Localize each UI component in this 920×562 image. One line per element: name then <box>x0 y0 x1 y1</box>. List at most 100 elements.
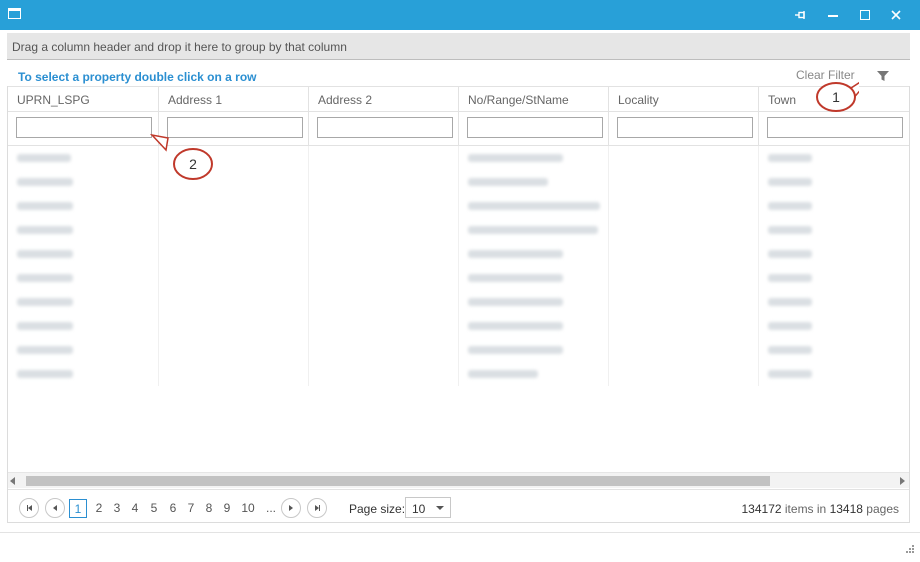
page-number[interactable]: 8 <box>202 499 216 518</box>
chevron-down-icon <box>436 506 444 510</box>
window-icon <box>8 8 21 19</box>
next-page-button[interactable] <box>281 498 301 518</box>
column-header-address1[interactable]: Address 1 <box>159 87 309 113</box>
scrollbar-thumb[interactable] <box>26 476 770 486</box>
page-number[interactable]: 1 <box>69 499 87 518</box>
pin-button[interactable] <box>786 0 816 30</box>
page-number[interactable]: 2 <box>92 499 106 518</box>
obscured-cell-text <box>17 178 73 186</box>
table-row[interactable] <box>8 362 909 386</box>
scroll-right-arrow-icon[interactable] <box>900 477 905 485</box>
page-number[interactable]: 6 <box>166 499 180 518</box>
callout-1-label: 1 <box>832 89 840 105</box>
scroll-left-arrow-icon[interactable] <box>10 477 15 485</box>
obscured-cell-text <box>768 226 812 234</box>
table-cell <box>759 170 909 194</box>
table-row[interactable] <box>8 290 909 314</box>
funnel-icon[interactable] <box>876 70 890 82</box>
table-row[interactable] <box>8 242 909 266</box>
table-cell <box>459 194 609 218</box>
town-filter-input[interactable] <box>767 117 903 138</box>
table-cell <box>609 338 759 362</box>
table-cell <box>609 266 759 290</box>
page-number[interactable]: 7 <box>184 499 198 518</box>
table-cell <box>759 362 909 386</box>
page-number[interactable]: 4 <box>128 499 142 518</box>
obscured-cell-text <box>468 250 563 258</box>
group-by-hint: Drag a column header and drop it here to… <box>12 40 347 54</box>
obscured-cell-text <box>768 346 812 354</box>
table-cell <box>759 194 909 218</box>
page-number[interactable]: ... <box>262 499 280 518</box>
page-number[interactable]: 3 <box>110 499 124 518</box>
table-cell <box>8 170 159 194</box>
obscured-cell-text <box>17 298 73 306</box>
address2-filter-input[interactable] <box>317 117 453 138</box>
table-cell <box>159 242 309 266</box>
table-cell <box>309 314 459 338</box>
page-number[interactable]: 5 <box>147 499 161 518</box>
page-number[interactable]: 10 <box>239 499 257 518</box>
table-row[interactable] <box>8 338 909 362</box>
table-row[interactable] <box>8 170 909 194</box>
column-header-address2[interactable]: Address 2 <box>309 87 459 113</box>
first-page-button[interactable] <box>19 498 39 518</box>
uprn-filter-input[interactable] <box>16 117 152 138</box>
page-number[interactable]: 9 <box>220 499 234 518</box>
horizontal-scrollbar[interactable] <box>8 472 909 488</box>
page-size-label: Page size: <box>349 502 406 516</box>
table-cell <box>8 338 159 362</box>
table-cell <box>459 170 609 194</box>
obscured-cell-text <box>468 178 548 186</box>
table-cell <box>609 218 759 242</box>
table-cell <box>8 362 159 386</box>
table-row[interactable] <box>8 146 909 170</box>
table-cell <box>759 314 909 338</box>
obscured-cell-text <box>468 274 563 282</box>
last-page-button[interactable] <box>307 498 327 518</box>
table-cell <box>159 338 309 362</box>
locality-filter-input[interactable] <box>617 117 753 138</box>
pin-icon <box>795 11 805 19</box>
pages-count: 13418 <box>829 502 863 516</box>
table-cell <box>759 242 909 266</box>
table-cell <box>8 266 159 290</box>
group-by-panel[interactable]: Drag a column header and drop it here to… <box>7 33 910 60</box>
table-cell <box>8 146 159 170</box>
page-size-select[interactable]: 10 <box>405 497 451 518</box>
column-header-locality[interactable]: Locality <box>609 87 759 113</box>
close-button[interactable] <box>881 0 911 30</box>
obscured-cell-text <box>17 154 71 162</box>
column-header-street[interactable]: No/Range/StName <box>459 87 609 113</box>
obscured-cell-text <box>468 226 598 234</box>
table-cell <box>459 146 609 170</box>
table-row[interactable] <box>8 218 909 242</box>
column-header-uprn[interactable]: UPRN_LSPG <box>8 87 159 113</box>
street-filter-input[interactable] <box>467 117 603 138</box>
obscured-cell-text <box>468 154 563 162</box>
obscured-cell-text <box>768 154 812 162</box>
table-cell <box>8 290 159 314</box>
obscured-cell-text <box>768 274 812 282</box>
obscured-cell-text <box>468 346 563 354</box>
items-summary: 134172 items in 13418 pages <box>742 502 900 516</box>
table-row[interactable] <box>8 266 909 290</box>
table-cell <box>459 314 609 338</box>
close-icon <box>891 10 901 20</box>
obscured-cell-text <box>768 370 812 378</box>
obscured-cell-text <box>17 202 73 210</box>
table-cell <box>309 170 459 194</box>
previous-page-button[interactable] <box>45 498 65 518</box>
table-row[interactable] <box>8 194 909 218</box>
resize-grip-icon[interactable] <box>905 545 915 555</box>
title-bar <box>0 0 920 30</box>
minimize-button[interactable] <box>818 0 848 30</box>
table-cell <box>309 194 459 218</box>
maximize-button[interactable] <box>850 0 880 30</box>
next-page-icon <box>289 505 293 511</box>
table-cell <box>459 242 609 266</box>
table-row[interactable] <box>8 314 909 338</box>
table-cell <box>159 194 309 218</box>
obscured-cell-text <box>468 322 563 330</box>
items-word: items in <box>784 502 827 516</box>
